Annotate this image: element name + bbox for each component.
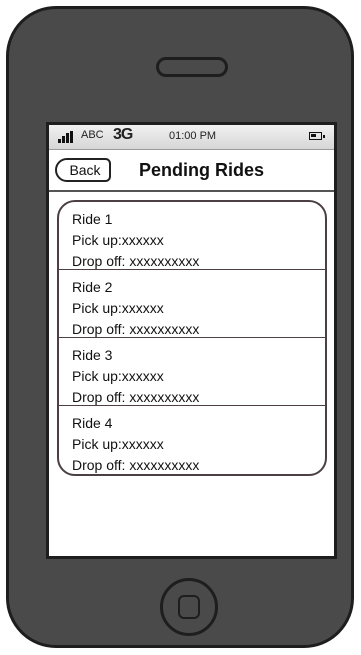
ride-item-3[interactable]: Ride 3 Pick up:xxxxxx Drop off: xxxxxxxx…	[59, 338, 325, 406]
pending-rides-list: Ride 1 Pick up:xxxxxx Drop off: xxxxxxxx…	[57, 200, 327, 476]
ride-dropoff: Drop off: xxxxxxxxxx	[72, 389, 200, 405]
phone-frame: ABC 3G 01:00 PM Back Pending Rides Ride …	[6, 6, 354, 648]
ride-title: Ride 3	[72, 347, 113, 363]
ride-title: Ride 2	[72, 279, 113, 295]
signal-icon	[58, 131, 76, 143]
ride-title: Ride 1	[72, 211, 113, 227]
earpiece-speaker	[156, 57, 228, 77]
ride-pickup: Pick up:xxxxxx	[72, 232, 164, 248]
network-type: 3G	[113, 126, 133, 143]
ride-item-1[interactable]: Ride 1 Pick up:xxxxxx Drop off: xxxxxxxx…	[59, 202, 325, 270]
phone-screen: ABC 3G 01:00 PM Back Pending Rides Ride …	[46, 122, 337, 559]
ride-dropoff: Drop off: xxxxxxxxxx	[72, 457, 200, 473]
ride-pickup: Pick up:xxxxxx	[72, 300, 164, 316]
ride-dropoff: Drop off: xxxxxxxxxx	[72, 321, 200, 337]
status-time: 01:00 PM	[169, 130, 217, 142]
back-button[interactable]: Back	[55, 158, 111, 182]
ride-pickup: Pick up:xxxxxx	[72, 368, 164, 384]
ride-item-4[interactable]: Ride 4 Pick up:xxxxxx Drop off: xxxxxxxx…	[59, 406, 325, 474]
carrier-name: ABC	[81, 129, 104, 141]
home-button-icon[interactable]	[160, 578, 218, 636]
ride-dropoff: Drop off: xxxxxxxxxx	[72, 253, 200, 269]
ride-title: Ride 4	[72, 415, 113, 431]
ride-item-2[interactable]: Ride 2 Pick up:xxxxxx Drop off: xxxxxxxx…	[59, 270, 325, 338]
page-title: Pending Rides	[139, 160, 265, 180]
battery-icon	[309, 132, 325, 140]
navigation-bar: Back Pending Rides	[49, 150, 334, 192]
status-bar: ABC 3G 01:00 PM	[49, 125, 334, 150]
ride-pickup: Pick up:xxxxxx	[72, 436, 164, 452]
